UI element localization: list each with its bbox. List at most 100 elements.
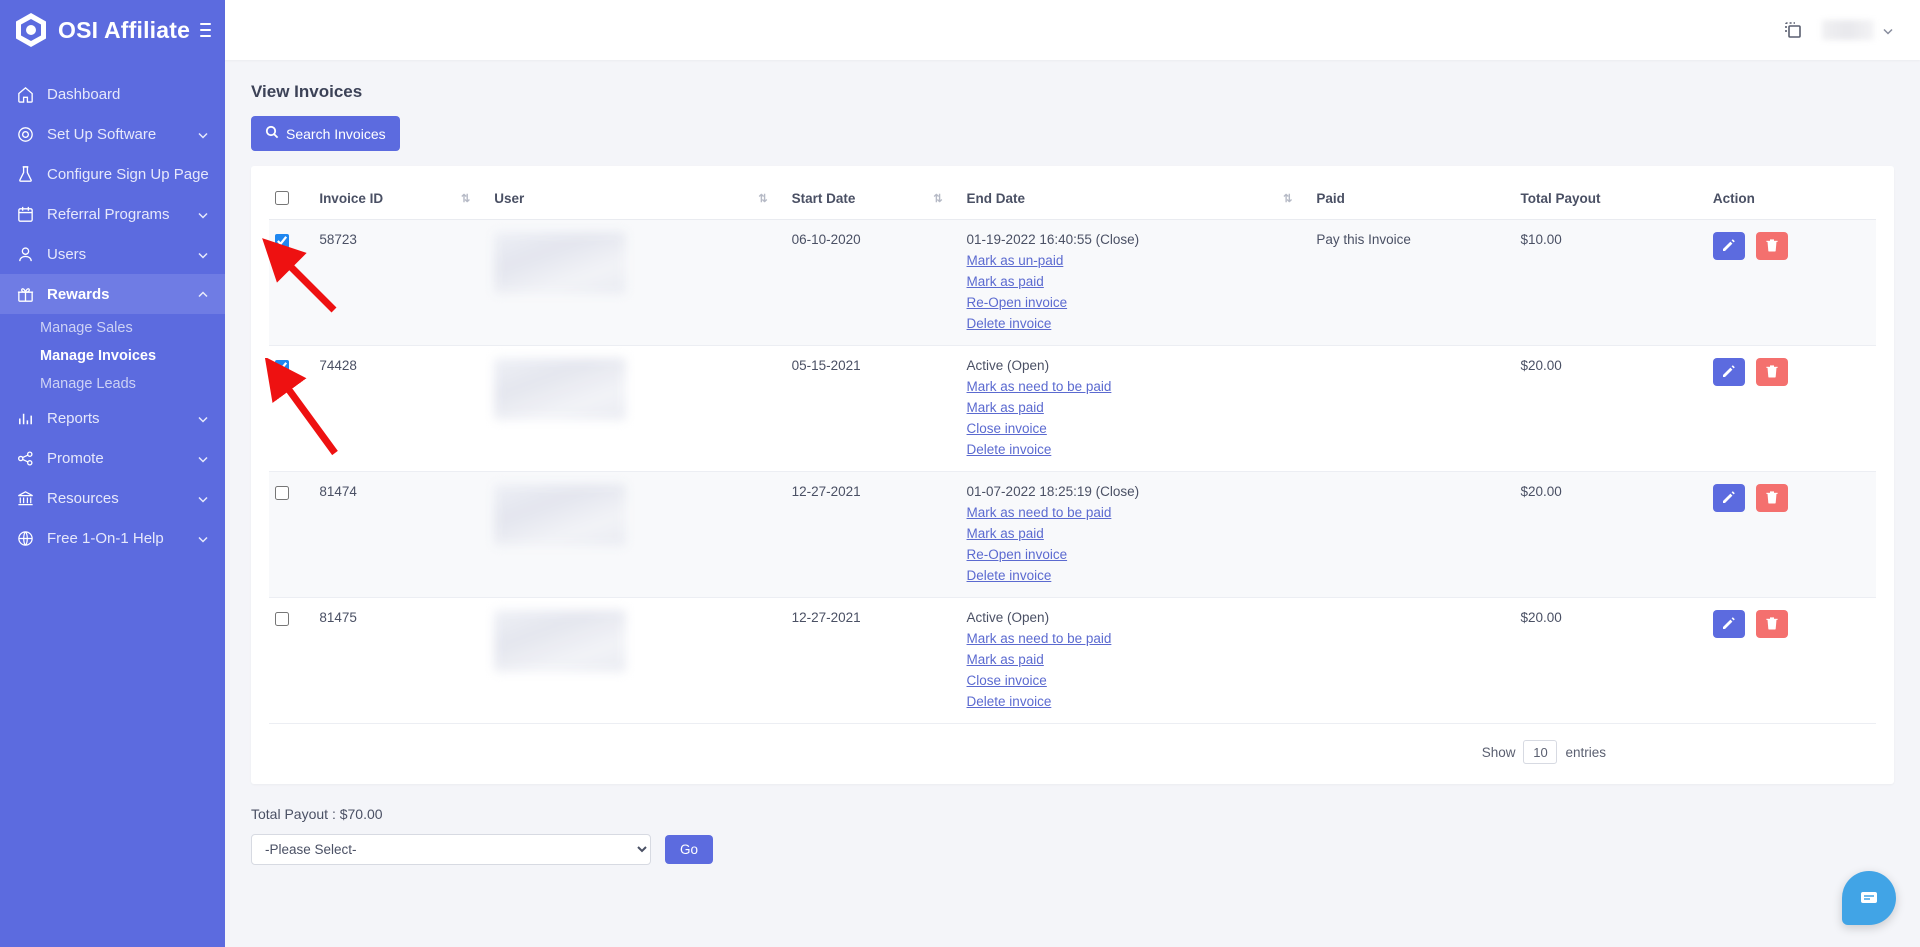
cell-invoice-id: 74428: [313, 345, 489, 472]
sidebar-item-dashboard[interactable]: Dashboard: [0, 74, 225, 114]
link-mark-as-paid[interactable]: Mark as paid: [967, 274, 1305, 289]
sort-updown-icon: ⇅: [933, 193, 942, 205]
table-row: 74428 05-15-2021 Active (Open) Mark as n…: [269, 345, 1876, 472]
link-mark-as-un-paid[interactable]: Mark as un-paid: [967, 253, 1305, 268]
link-delete-invoice[interactable]: Delete invoice: [967, 568, 1305, 583]
sidebar-item-referral-programs[interactable]: Referral Programs: [0, 194, 225, 234]
row-select-cell: [269, 597, 314, 724]
sidebar-nav: Dashboard Set Up Software Configure Sign…: [0, 74, 225, 558]
user-redacted: [494, 484, 627, 546]
hexagon-logo-icon: [14, 12, 48, 48]
chat-bubble-icon[interactable]: [1842, 871, 1896, 925]
gear-icon: [16, 125, 35, 144]
bar-chart-icon: [16, 409, 35, 428]
link-delete-invoice[interactable]: Delete invoice: [967, 316, 1305, 331]
cell-paid: [1310, 471, 1515, 598]
top-bar: [225, 0, 1920, 60]
delete-invoice-button[interactable]: [1755, 232, 1788, 260]
link-mark-as-need-to-be-paid[interactable]: Mark as need to be paid: [967, 631, 1305, 646]
edit-invoice-button[interactable]: [1712, 358, 1745, 386]
sidebar-subitem-manage-invoices[interactable]: Manage Invoices: [0, 342, 225, 370]
th-end-date[interactable]: End Date ⇅: [960, 180, 1311, 220]
delete-invoice-button[interactable]: [1755, 484, 1788, 512]
delete-invoice-button[interactable]: [1755, 358, 1788, 386]
link-close-invoice[interactable]: Close invoice: [967, 673, 1305, 688]
th-start-date[interactable]: Start Date ⇅: [785, 180, 961, 220]
table-row: 81475 12-27-2021 Active (Open) Mark as n…: [269, 597, 1876, 724]
trash-icon: [1765, 364, 1779, 381]
cell-start-date: 05-15-2021: [785, 345, 961, 472]
go-button[interactable]: Go: [665, 835, 714, 864]
link-re-open-invoice[interactable]: Re-Open invoice: [967, 547, 1305, 562]
delete-invoice-button[interactable]: [1755, 610, 1788, 638]
sidebar-item-resources[interactable]: Resources: [0, 478, 225, 518]
search-invoices-button[interactable]: Search Invoices: [251, 116, 400, 151]
sidebar-label: Rewards: [47, 285, 110, 303]
sidebar: OSI Affiliate Dashboard Set Up Software …: [0, 0, 225, 947]
link-mark-as-paid[interactable]: Mark as paid: [967, 652, 1305, 667]
calendar-icon: [16, 205, 35, 224]
edit-invoice-button[interactable]: [1712, 484, 1745, 512]
row-checkbox[interactable]: [275, 486, 289, 500]
chevron-down-icon: [197, 128, 209, 140]
th-user[interactable]: User ⇅: [488, 180, 786, 220]
cell-invoice-id: 58723: [313, 219, 489, 346]
sidebar-subitem-manage-sales[interactable]: Manage Sales: [0, 314, 225, 342]
link-mark-as-paid[interactable]: Mark as paid: [967, 400, 1305, 415]
pencil-icon: [1722, 490, 1736, 507]
cell-paid[interactable]: Pay this Invoice: [1310, 219, 1515, 346]
flask-icon: [16, 165, 35, 184]
cell-action: [1706, 471, 1876, 598]
cell-user: [488, 471, 786, 598]
sidebar-item-set-up-software[interactable]: Set Up Software: [0, 114, 225, 154]
account-name-redacted: [1822, 20, 1874, 40]
trash-icon: [1765, 616, 1779, 633]
search-invoices-label: Search Invoices: [286, 125, 386, 142]
th-invoice-id-label: Invoice ID: [319, 191, 384, 206]
link-mark-as-need-to-be-paid[interactable]: Mark as need to be paid: [967, 379, 1305, 394]
duplicate-icon[interactable]: [1782, 19, 1804, 41]
edit-invoice-button[interactable]: [1712, 610, 1745, 638]
sidebar-item-rewards[interactable]: Rewards: [0, 274, 225, 314]
sort-updown-icon: ⇅: [461, 193, 470, 205]
sidebar-item-configure-sign-up-page[interactable]: Configure Sign Up Page: [0, 154, 225, 194]
link-mark-as-need-to-be-paid[interactable]: Mark as need to be paid: [967, 505, 1305, 520]
search-icon: [265, 125, 279, 142]
cell-start-date: 12-27-2021: [785, 471, 961, 598]
sidebar-item-reports[interactable]: Reports: [0, 398, 225, 438]
end-date-status: Active (Open): [966, 358, 1050, 373]
show-entries-control: Show entries: [269, 740, 1876, 764]
home-icon: [16, 85, 35, 104]
table-head: Invoice ID ⇅ User ⇅ Start Date ⇅ End Dat…: [269, 180, 1876, 220]
select-all-checkbox[interactable]: [275, 191, 289, 205]
cell-invoice-id: 81475: [313, 597, 489, 724]
brand-header: OSI Affiliate: [0, 0, 225, 60]
row-select-cell: [269, 345, 314, 472]
link-re-open-invoice[interactable]: Re-Open invoice: [967, 295, 1305, 310]
link-delete-invoice[interactable]: Delete invoice: [967, 694, 1305, 709]
th-select-all: [269, 180, 314, 220]
row-checkbox[interactable]: [275, 234, 289, 248]
entries-input[interactable]: [1523, 740, 1558, 764]
link-close-invoice[interactable]: Close invoice: [967, 421, 1305, 436]
account-menu[interactable]: [1822, 20, 1894, 40]
th-action-label: Action: [1712, 191, 1755, 206]
sidebar-subitem-manage-leads[interactable]: Manage Leads: [0, 370, 225, 398]
th-user-label: User: [494, 191, 525, 206]
sidebar-label: Configure Sign Up Page: [47, 165, 209, 183]
show-label: Show: [1481, 744, 1516, 760]
cell-paid: [1310, 597, 1515, 724]
row-checkbox[interactable]: [275, 612, 289, 626]
th-invoice-id[interactable]: Invoice ID ⇅: [313, 180, 489, 220]
bulk-action-select[interactable]: -Please Select-: [251, 834, 651, 865]
link-delete-invoice[interactable]: Delete invoice: [967, 442, 1305, 457]
edit-invoice-button[interactable]: [1712, 232, 1745, 260]
row-checkbox[interactable]: [275, 360, 289, 374]
hamburger-menu-icon[interactable]: [200, 19, 211, 41]
sidebar-item-promote[interactable]: Promote: [0, 438, 225, 478]
sidebar-item-free-help[interactable]: Free 1-On-1 Help: [0, 518, 225, 558]
sidebar-item-users[interactable]: Users: [0, 234, 225, 274]
table-row: 81474 12-27-2021 01-07-2022 18:25:19 (Cl…: [269, 471, 1876, 598]
link-mark-as-paid[interactable]: Mark as paid: [967, 526, 1305, 541]
globe-icon: [16, 529, 35, 548]
